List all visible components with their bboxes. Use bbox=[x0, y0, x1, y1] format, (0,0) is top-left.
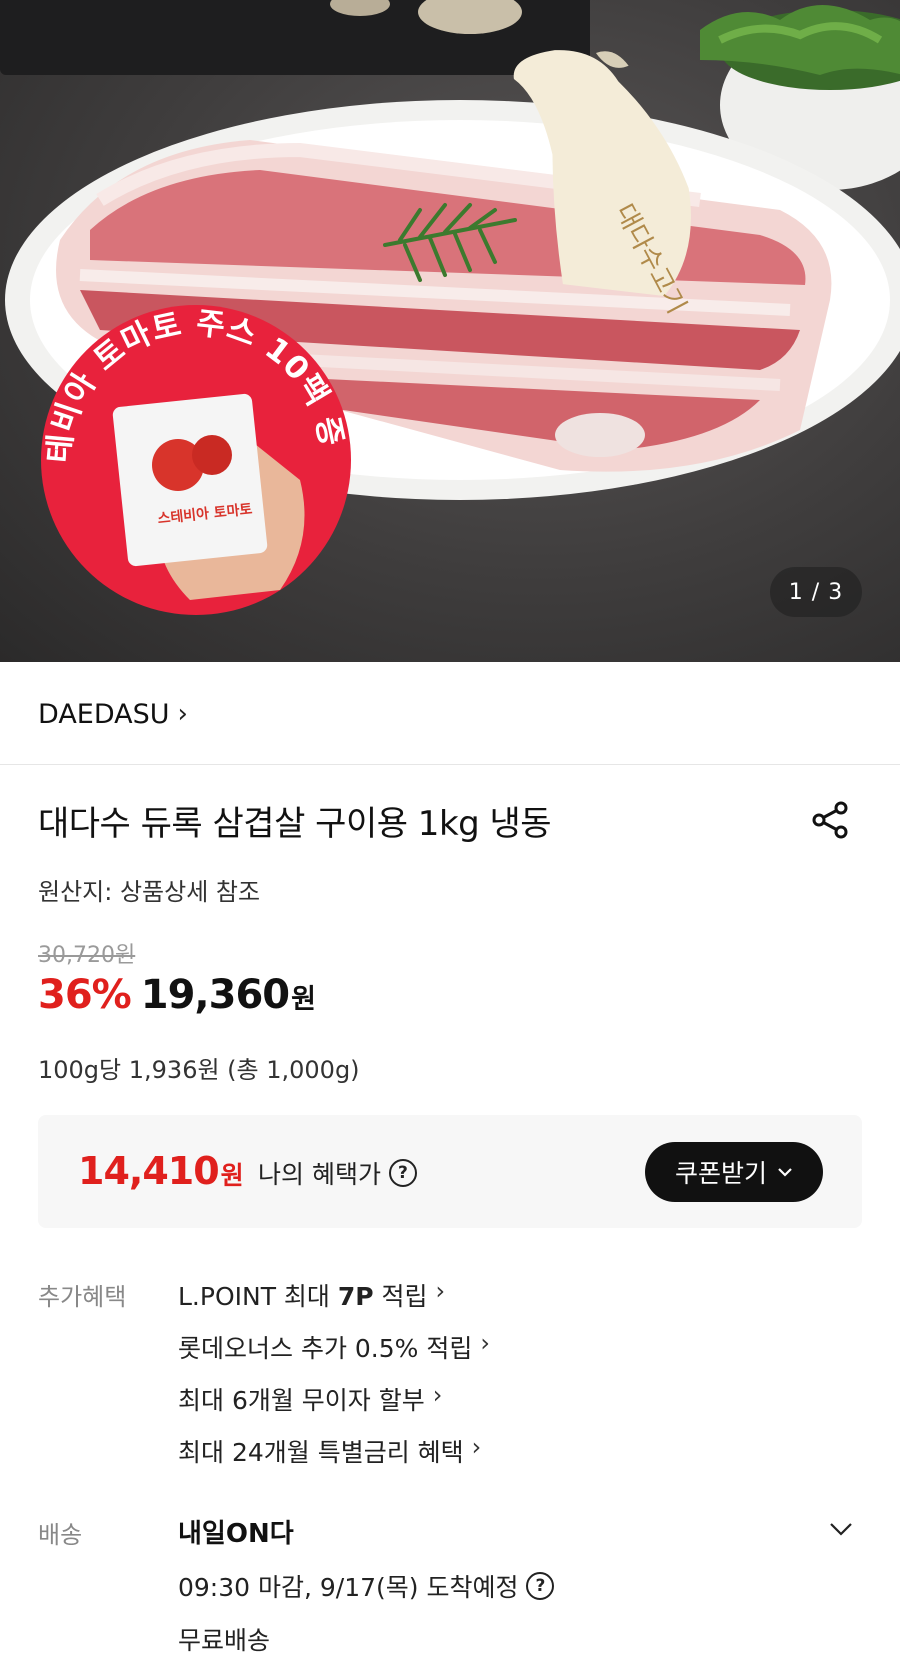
benefit-item-lpoint[interactable]: L.POINT 최대 7P 적립 › bbox=[178, 1277, 490, 1329]
shipping-expand-toggle[interactable] bbox=[826, 1514, 856, 1544]
original-price: 30,720원 bbox=[38, 943, 136, 968]
shipping-label: 배송 bbox=[38, 1521, 83, 1549]
coupon-download-button[interactable]: 쿠폰받기 bbox=[645, 1142, 823, 1202]
discount-rate: 36% bbox=[38, 972, 132, 1018]
help-icon[interactable]: ? bbox=[526, 1572, 555, 1600]
origin-info: 원산지: 상품상세 참조 bbox=[38, 878, 261, 906]
shipping-eta-text: 09:30 마감, 9/17(목) 도착예정 bbox=[178, 1573, 519, 1602]
brand-link[interactable]: DAEDASU › bbox=[38, 692, 188, 736]
sale-price: 19,360 bbox=[140, 972, 290, 1018]
chevron-down-icon bbox=[778, 1168, 792, 1177]
chevron-right-icon: › bbox=[435, 1277, 446, 1305]
benefit-item-bold: 7P bbox=[337, 1282, 374, 1311]
chevron-right-icon: › bbox=[177, 699, 188, 729]
brand-name: DAEDASU bbox=[38, 698, 170, 730]
shipping-method: 내일ON다 bbox=[178, 1519, 294, 1549]
benefit-item-suffix: 적립 bbox=[373, 1282, 428, 1311]
price-row: 36% 19,360 원 bbox=[38, 972, 316, 1018]
benefit-item-installment[interactable]: 최대 6개월 무이자 할부 › bbox=[178, 1381, 490, 1433]
additional-benefits-label: 추가혜택 bbox=[38, 1283, 127, 1311]
benefit-price: 14,410 원 bbox=[78, 1149, 244, 1193]
sale-price-currency: 원 bbox=[291, 984, 316, 1015]
benefit-item-text: 롯데오너스 추가 0.5% 적립 bbox=[178, 1334, 473, 1363]
benefit-price-box: 14,410 원 나의 혜택가 ? 쿠폰받기 bbox=[38, 1115, 862, 1228]
additional-benefits-list: L.POINT 최대 7P 적립 › 롯데오너스 추가 0.5% 적립 › 최대… bbox=[178, 1277, 490, 1485]
benefit-item-text: 최대 24개월 특별금리 혜택 bbox=[178, 1438, 464, 1467]
help-icon[interactable]: ? bbox=[388, 1159, 417, 1187]
product-title: 대다수 듀록 삼겹살 구이용 1kg 냉동 bbox=[38, 804, 552, 844]
shipping-fee: 무료배송 bbox=[178, 1626, 271, 1655]
share-icon bbox=[812, 801, 848, 839]
divider bbox=[0, 764, 900, 765]
chevron-down-icon bbox=[830, 1523, 852, 1536]
chevron-right-icon: › bbox=[471, 1433, 482, 1461]
image-counter: 1 / 3 bbox=[770, 567, 862, 617]
coupon-button-label: 쿠폰받기 bbox=[674, 1159, 767, 1188]
chevron-right-icon: › bbox=[480, 1329, 490, 1357]
benefit-item-text: 최대 6개월 무이자 할부 bbox=[178, 1386, 425, 1415]
product-photo: 대다수고기 스테비아 토마토 주스 10팩 증정! 스테비아 토마토 bbox=[0, 0, 900, 615]
benefit-label: 나의 혜택가 ? bbox=[258, 1155, 417, 1191]
unit-price: 100g당 1,936원 (총 1,000g) bbox=[38, 1056, 360, 1084]
benefit-price-value: 14,410 bbox=[78, 1149, 220, 1193]
benefit-price-currency: 원 bbox=[220, 1161, 244, 1190]
benefit-item-lotte-owners[interactable]: 롯데오너스 추가 0.5% 적립 › bbox=[178, 1329, 490, 1381]
product-image-carousel[interactable]: 대다수고기 스테비아 토마토 주스 10팩 증정! 스테비아 토마토 1 / 3 bbox=[0, 0, 900, 662]
benefit-label-text: 나의 혜택가 bbox=[258, 1160, 381, 1189]
share-button[interactable] bbox=[806, 796, 854, 844]
benefit-item-text: L.POINT 최대 bbox=[178, 1282, 338, 1311]
chevron-right-icon: › bbox=[432, 1381, 443, 1409]
shipping-eta: 09:30 마감, 9/17(목) 도착예정 ? bbox=[178, 1568, 555, 1604]
benefit-item-special-rate[interactable]: 최대 24개월 특별금리 혜택 › bbox=[178, 1433, 490, 1485]
